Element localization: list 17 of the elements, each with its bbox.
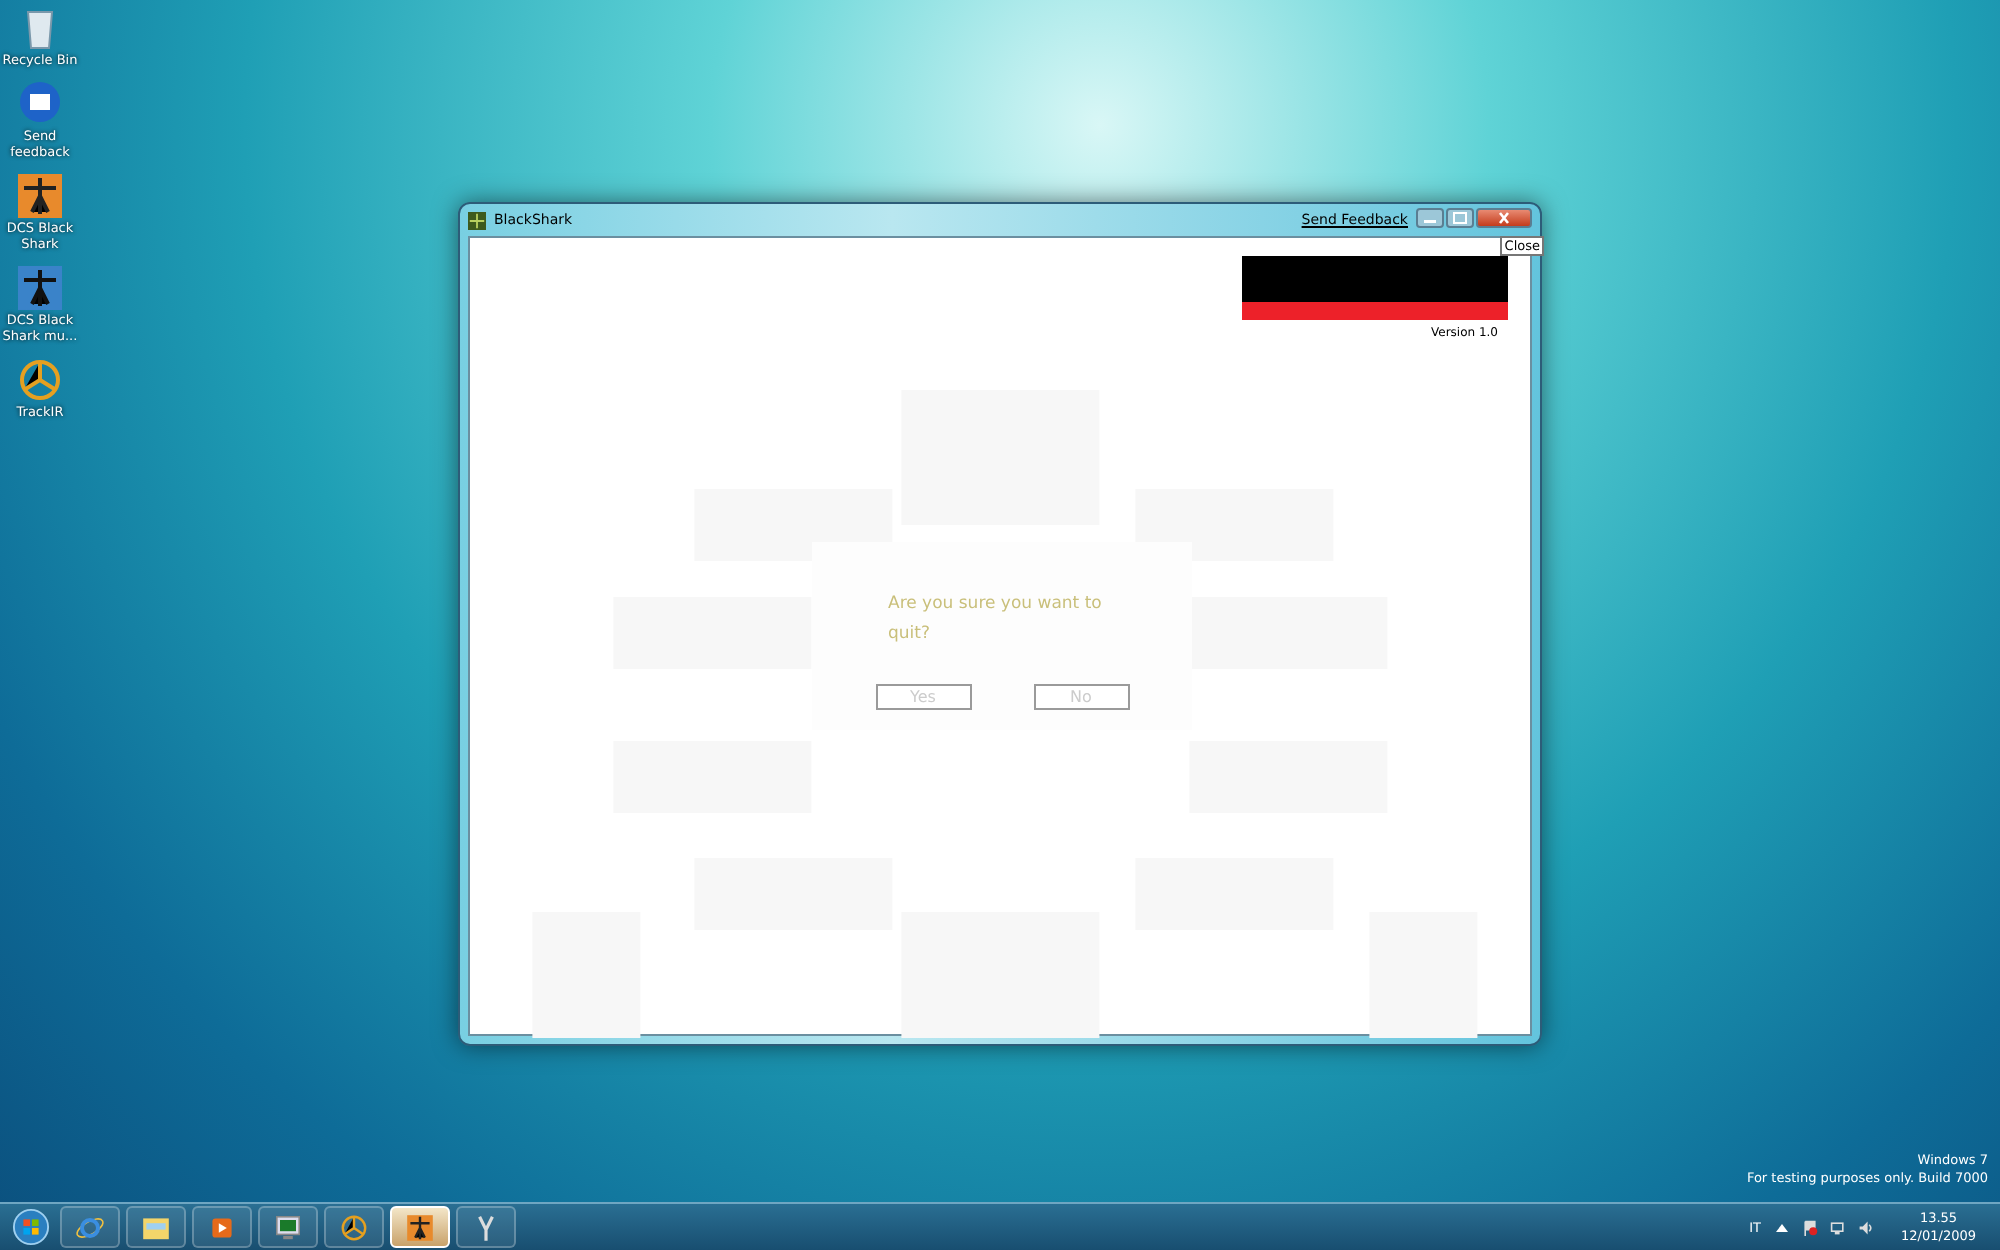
speaker-icon[interactable] bbox=[1857, 1219, 1874, 1235]
network-icon[interactable] bbox=[1829, 1219, 1846, 1235]
tripod-icon bbox=[338, 1211, 370, 1243]
tripod-icon bbox=[16, 356, 64, 404]
taskbar-button[interactable] bbox=[390, 1206, 450, 1248]
close-icon bbox=[1496, 211, 1512, 223]
maximize-button[interactable] bbox=[1446, 207, 1474, 227]
dialog-message: Are you sure you want to quit? bbox=[888, 592, 1104, 648]
speech-bubble-icon bbox=[16, 80, 64, 128]
flag-icon[interactable] bbox=[1801, 1219, 1818, 1235]
windows-logo-icon bbox=[11, 1208, 49, 1246]
show-hidden-icons-icon[interactable] bbox=[1773, 1219, 1790, 1235]
app-icon bbox=[468, 211, 486, 229]
maximize-icon bbox=[1452, 211, 1468, 223]
minimize-button[interactable] bbox=[1416, 207, 1444, 227]
monitor-icon bbox=[272, 1211, 304, 1243]
close-button[interactable] bbox=[1476, 207, 1532, 227]
